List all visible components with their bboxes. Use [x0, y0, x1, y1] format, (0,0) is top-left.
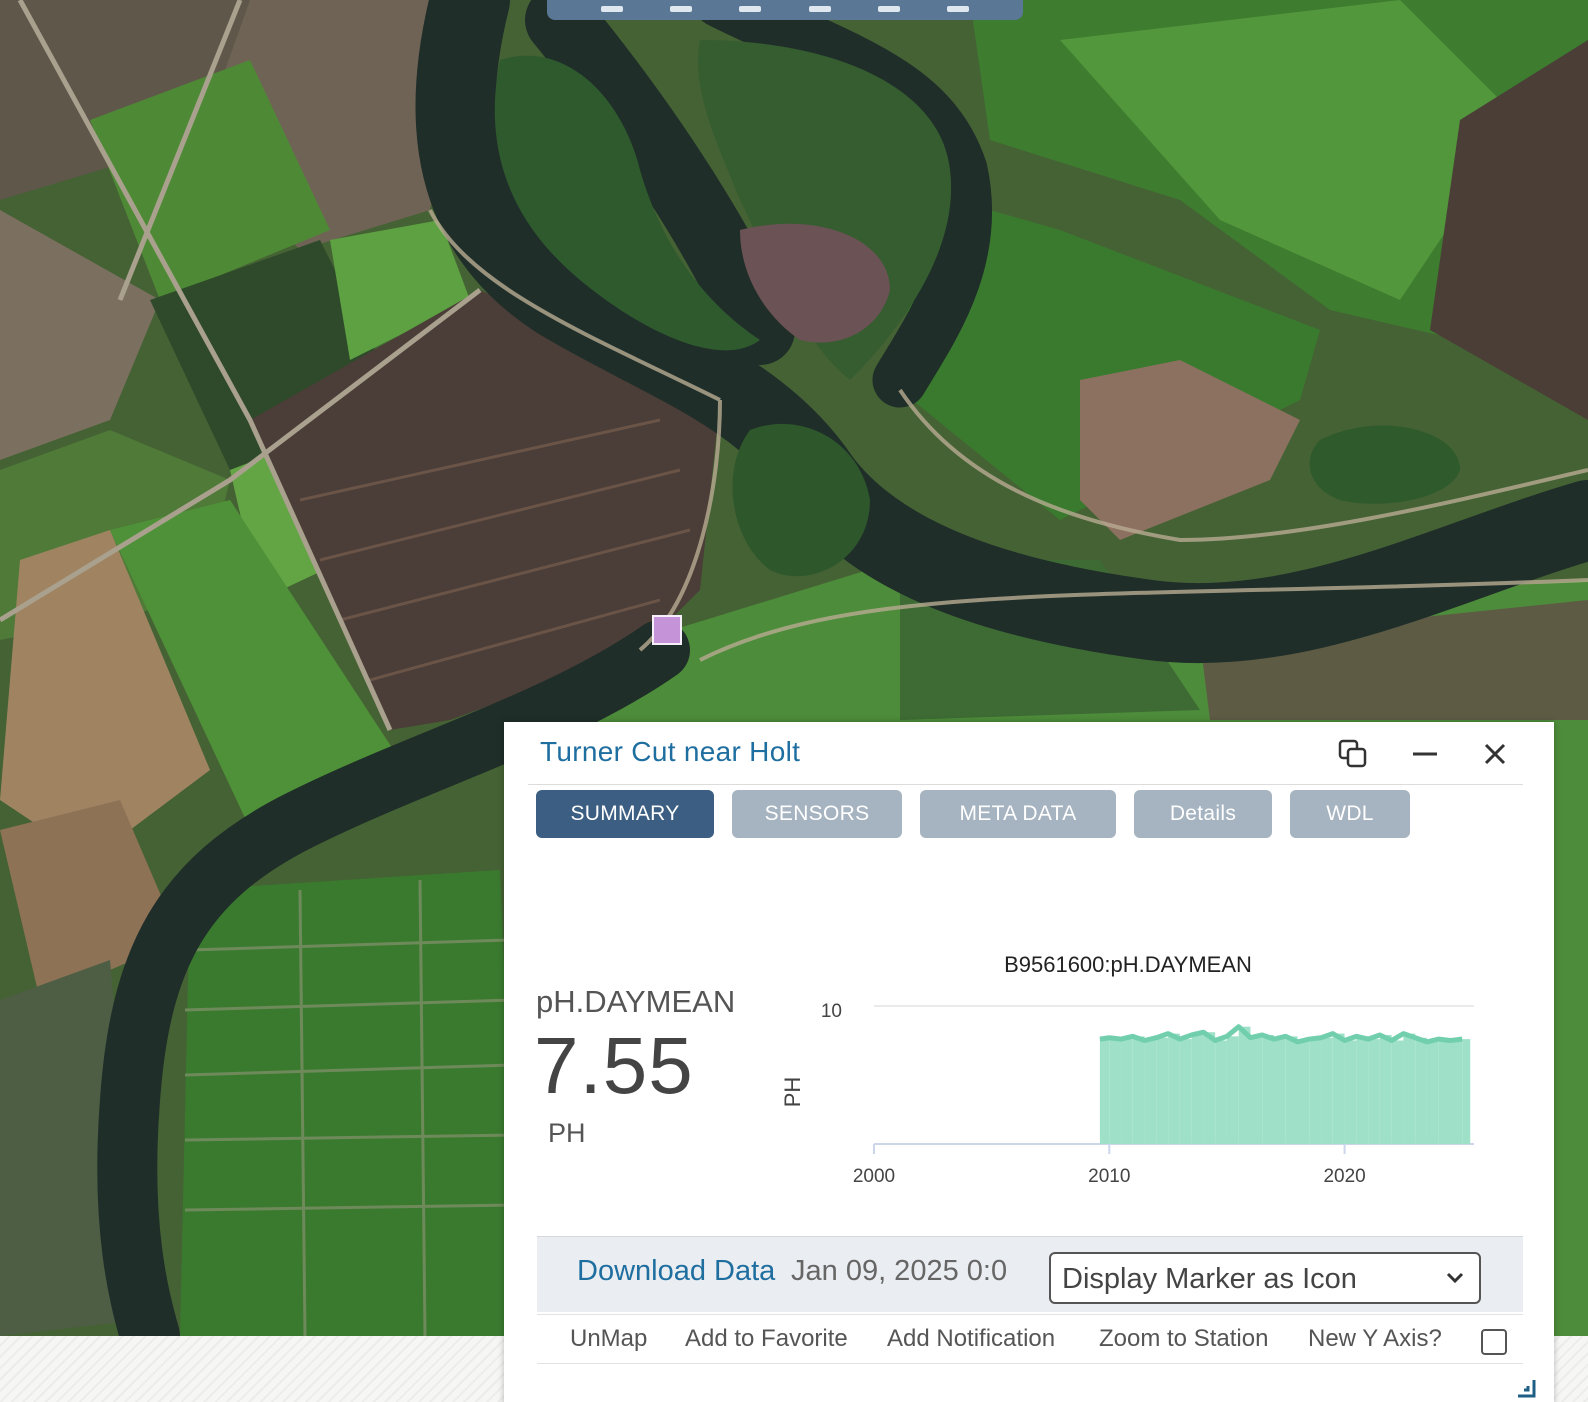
data-bar — [1356, 1036, 1369, 1144]
data-bar — [1099, 1039, 1110, 1144]
map-toolbar — [547, 0, 1023, 20]
data-bar — [1415, 1037, 1427, 1144]
info-icon[interactable] — [877, 6, 900, 12]
data-bar — [1297, 1041, 1310, 1144]
data-bar — [1203, 1032, 1216, 1144]
data-bar — [1179, 1039, 1192, 1144]
add-to-favorite-link[interactable]: Add to Favorite — [685, 1325, 848, 1353]
marker-display-select[interactable]: Display Marker as Icon — [1049, 1252, 1481, 1304]
chart-title: B9561600:pH.DAYMEAN — [1004, 952, 1252, 977]
basemap-icon[interactable] — [739, 6, 762, 12]
data-bar — [1215, 1040, 1227, 1144]
station-title: Turner Cut near Holt — [540, 736, 801, 767]
close-button[interactable] — [1477, 736, 1513, 772]
close-icon — [1484, 743, 1506, 765]
chart-ylabel: PH — [780, 1077, 805, 1108]
tab-wdl[interactable]: WDL — [1290, 790, 1410, 838]
x-ticks: 2000 2010 2020 — [853, 1144, 1366, 1187]
tab-summary[interactable]: SUMMARY — [536, 790, 714, 838]
data-bar — [1156, 1037, 1169, 1144]
data-bar — [1379, 1034, 1392, 1144]
data-bars — [1099, 1026, 1471, 1144]
data-bar — [1285, 1036, 1298, 1144]
layers-icon[interactable] — [669, 6, 692, 12]
data-bar — [1250, 1037, 1263, 1144]
minimize-icon — [1413, 752, 1437, 756]
back-icon[interactable] — [600, 6, 623, 12]
marker-select-value: Display Marker as Icon — [1062, 1263, 1357, 1295]
data-bar — [1438, 1039, 1451, 1144]
resize-handle-icon[interactable] — [1514, 1376, 1540, 1402]
data-bar — [1368, 1039, 1380, 1144]
data-bar — [1344, 1040, 1357, 1144]
data-bar — [1238, 1026, 1251, 1144]
chevron-down-icon — [1446, 1272, 1464, 1284]
ph-chart: B9561600:pH.DAYMEAN PH 10 2000 2010 2020 — [780, 952, 1474, 1187]
data-bar — [1462, 1039, 1471, 1144]
settings-icon[interactable] — [947, 6, 970, 12]
data-bar — [1450, 1040, 1463, 1144]
data-bar — [1274, 1039, 1286, 1144]
restore-window-icon — [1338, 739, 1367, 768]
tab-meta-data[interactable]: META DATA — [920, 790, 1116, 838]
add-notification-link[interactable]: Add Notification — [887, 1325, 1055, 1353]
minimize-button[interactable] — [1407, 736, 1443, 772]
x-tick-label: 2000 — [853, 1166, 895, 1187]
restore-window-button[interactable] — [1335, 736, 1371, 772]
metric-unit: PH — [548, 1118, 586, 1148]
latest-date: Jan 09, 2025 0:0 — [791, 1255, 1008, 1287]
unmap-link[interactable]: UnMap — [570, 1325, 647, 1353]
data-bar — [1121, 1039, 1133, 1144]
data-bar — [1132, 1036, 1145, 1144]
x-tick-label: 2010 — [1088, 1166, 1130, 1187]
metric-name: pH.DAYMEAN — [536, 984, 736, 1019]
data-bar — [1309, 1039, 1322, 1144]
metric-value: 7.55 — [534, 1021, 694, 1110]
data-bar — [1262, 1034, 1274, 1144]
data-bar — [1321, 1037, 1333, 1144]
y-tick-10: 10 — [821, 1001, 842, 1022]
download-data-link[interactable]: Download Data — [577, 1255, 775, 1288]
data-bar — [1191, 1034, 1204, 1144]
cloud-icon[interactable] — [808, 6, 831, 12]
data-bar — [1391, 1040, 1404, 1144]
station-popup: Turner Cut near Holt SUMMARY SENSORS MET… — [504, 722, 1554, 1402]
data-bar — [1109, 1037, 1122, 1144]
x-tick-label: 2020 — [1323, 1166, 1365, 1187]
tab-details[interactable]: Details — [1134, 790, 1272, 838]
title-divider — [528, 784, 1523, 785]
new-y-axis-checkbox[interactable] — [1481, 1329, 1507, 1355]
data-bar — [1168, 1033, 1180, 1144]
station-marker[interactable] — [652, 615, 682, 645]
data-bar — [1144, 1040, 1157, 1144]
tab-sensors[interactable]: SENSORS — [732, 790, 902, 838]
data-bar — [1426, 1041, 1439, 1144]
data-bar — [1226, 1036, 1239, 1144]
zoom-to-station-link[interactable]: Zoom to Station — [1099, 1325, 1268, 1353]
data-bar — [1332, 1033, 1345, 1144]
action-bar: Download Data Jan 09, 2025 0:0 Display M… — [537, 1236, 1523, 1312]
new-y-axis-label: New Y Axis? — [1308, 1325, 1442, 1352]
data-bar — [1403, 1033, 1416, 1144]
station-actions: UnMap Add to Favorite Add Notification Z… — [537, 1314, 1523, 1364]
